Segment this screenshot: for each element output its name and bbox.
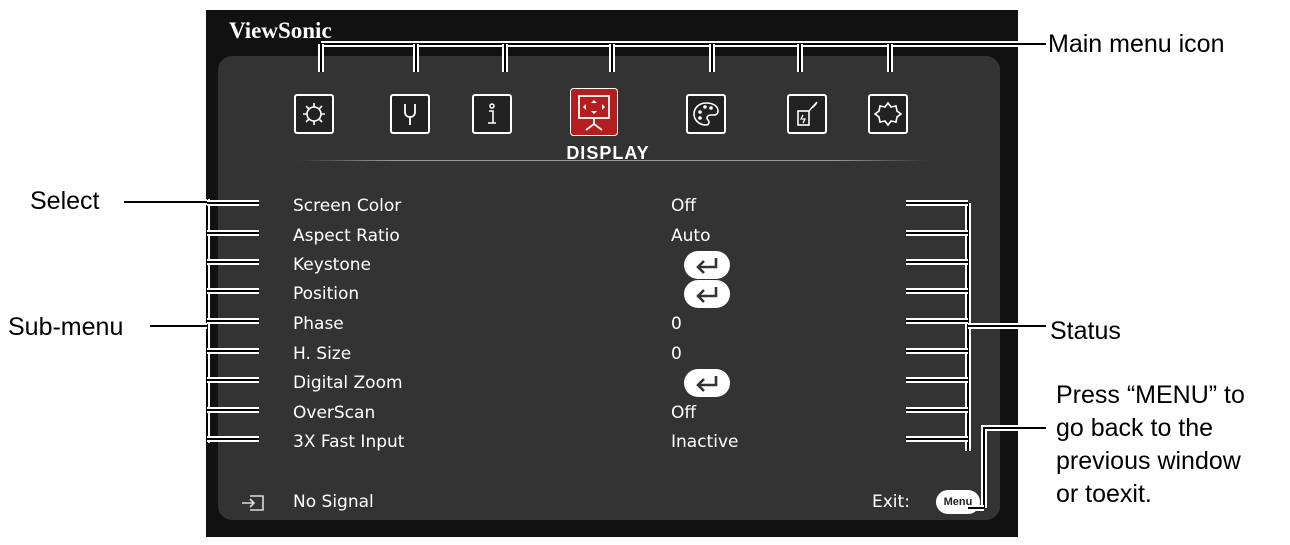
callout-status: Status bbox=[1050, 317, 1121, 345]
callout-select: Select bbox=[30, 187, 100, 215]
callout-press-menu: Press “MENU” to go back to the previous wi… bbox=[1056, 379, 1245, 511]
leader-press-menu bbox=[983, 427, 1046, 508]
callout-main-menu-icon: Main menu icon bbox=[1048, 30, 1225, 58]
leader-press-menu bbox=[981, 425, 1046, 508]
callout-sub-menu: Sub-menu bbox=[8, 313, 124, 341]
callout-press-menu-line: or toexit. bbox=[1056, 480, 1152, 508]
callout-press-menu-line: previous window bbox=[1056, 447, 1241, 475]
callout-press-menu-line: Press “MENU” to bbox=[1056, 381, 1245, 409]
callout-press-menu-line: go back to the bbox=[1056, 414, 1214, 442]
